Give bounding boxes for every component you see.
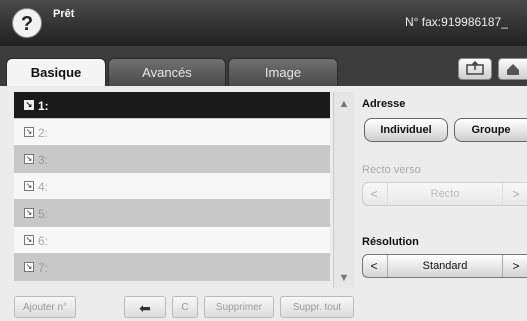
address-heading: Adresse [362,98,406,110]
duplex-value: Recto [387,183,503,205]
scroll-down-icon[interactable]: ▼ [334,268,354,288]
add-number-button[interactable]: Ajouter n° [14,296,76,318]
resolution-heading: Résolution [362,236,419,248]
status-bar: ? Prêt N° fax:919986187_ [0,0,527,46]
individual-button[interactable]: Individuel [364,118,448,142]
delete-button[interactable]: Supprimer [204,296,274,318]
duplex-heading: Recto verso [362,164,421,176]
main-panel: ↘ 1: ↘ 2: ↘ 3: ↘ 4: ↘ 5: ↘ 6: ↘ 7: ▲ ▼ Ajouter … [0,86,527,321]
phone-entry-icon: ↘ [24,235,34,245]
tab-avances[interactable]: Avancés [108,58,226,86]
home-icon[interactable] [498,58,527,80]
settings-panel: Adresse Individuel Groupe Recto verso < … [362,86,527,321]
chevron-left-icon: < [370,187,378,201]
phone-entry-icon: ↘ [24,100,34,110]
delete-all-button[interactable]: Suppr. tout [280,296,354,318]
phone-entry-icon: ↘ [24,262,34,272]
fax-number: N° fax:919986187_ [405,15,508,29]
speed-dial-list: ↘ 1: ↘ 2: ↘ 3: ↘ 4: ↘ 5: ↘ 6: ↘ 7: [14,92,330,281]
chevron-right-icon: > [512,187,520,201]
group-button[interactable]: Groupe [454,118,527,142]
list-item[interactable]: ↘ 1: [14,92,330,119]
phone-entry-icon: ↘ [24,181,34,191]
tab-basique[interactable]: Basique [6,58,106,86]
phone-entry-icon: ↘ [24,127,34,137]
status-text: Prêt [53,8,75,20]
list-item[interactable]: ↘ 2: [14,119,330,146]
list-item[interactable]: ↘ 3: [14,146,330,173]
clear-button[interactable]: C [172,296,198,318]
duplex-selector: < Recto > [362,182,527,206]
phone-entry-icon: ↘ [24,154,34,164]
list-item[interactable]: ↘ 5: [14,200,330,227]
list-item[interactable]: ↘ 7: [14,254,330,281]
tab-bar: Basique Avancés Image [0,46,527,86]
resolution-value: Standard [387,255,503,277]
list-action-bar: Ajouter n° ⬅ C Supprimer Suppr. tout [0,296,360,321]
chevron-left-icon[interactable]: < [363,255,385,277]
back-arrow-icon[interactable]: ⬅ [124,296,166,318]
resolution-selector: < Standard > [362,254,527,278]
help-icon[interactable]: ? [12,8,42,38]
phone-entry-icon: ↘ [24,208,34,218]
list-item[interactable]: ↘ 6: [14,227,330,254]
list-item[interactable]: ↘ 4: [14,173,330,200]
scroll-up-icon[interactable]: ▲ [334,94,354,114]
tab-image[interactable]: Image [228,58,338,86]
chevron-right-icon[interactable]: > [505,255,527,277]
tray-icon[interactable] [458,58,492,80]
list-scrollbar[interactable]: ▲ ▼ [333,92,354,288]
